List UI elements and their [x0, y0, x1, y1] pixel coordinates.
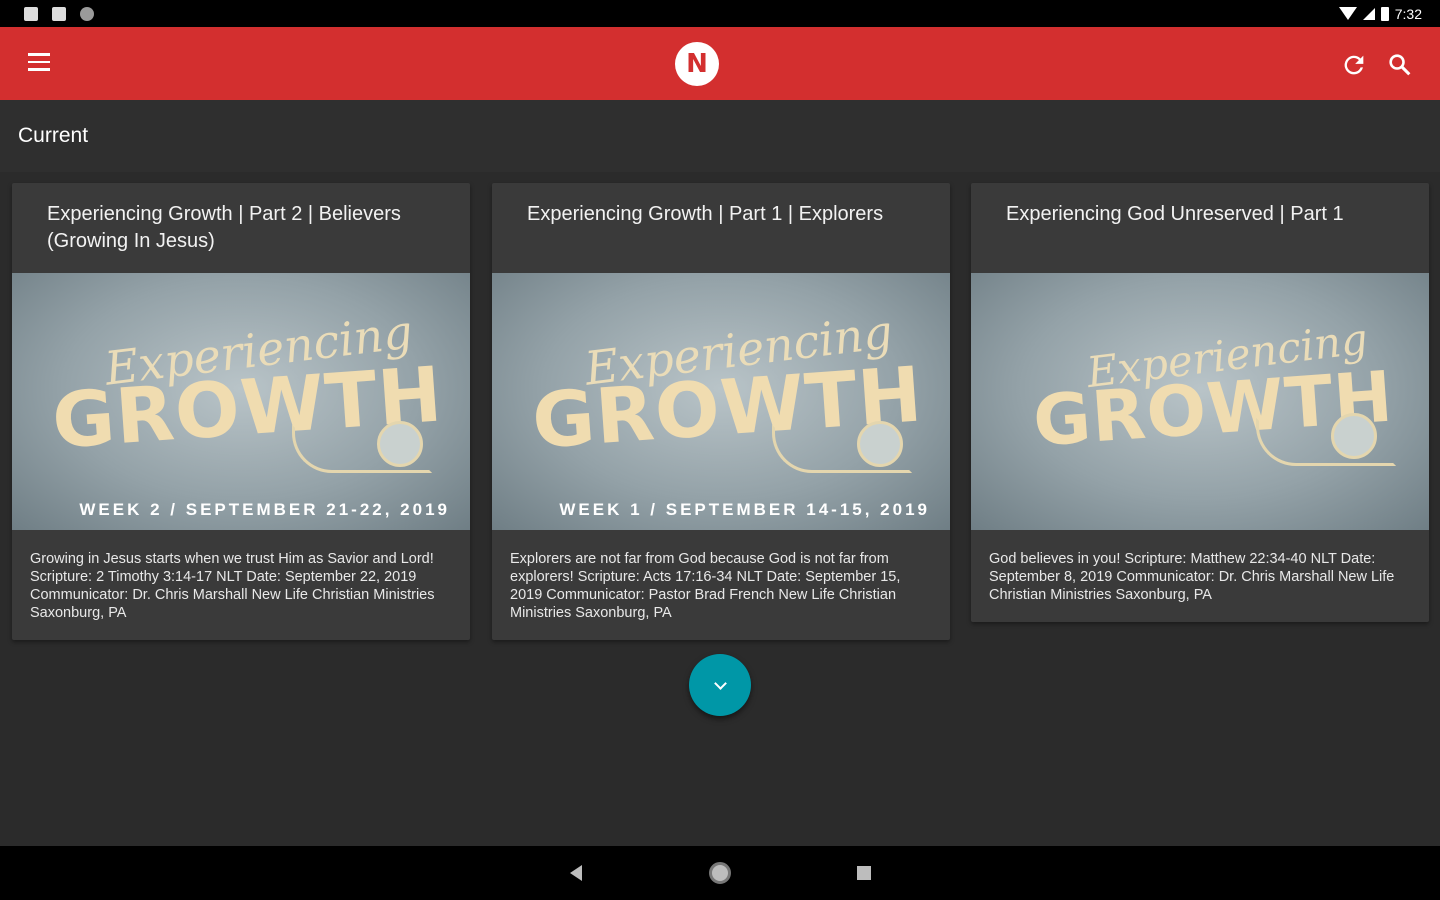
recents-icon[interactable] [857, 866, 871, 880]
sermon-card[interactable]: Experiencing Growth | Part 1 | Explorers… [492, 183, 950, 640]
card-title: Experiencing Growth | Part 2 | Believers… [47, 203, 401, 252]
system-indicators: 7:32 [1338, 5, 1422, 22]
notification-icon [24, 6, 38, 21]
artwork-week-label: WEEK 2 / SEPTEMBER 21-22, 2019 [79, 500, 450, 519]
card-title: Experiencing Growth | Part 1 | Explorers [527, 203, 884, 225]
chevron-down-icon [713, 676, 727, 690]
card-title: Experiencing God Unreserved | Part 1 [1006, 203, 1344, 225]
clock: 7:32 [1394, 5, 1422, 22]
section-title: Current [18, 124, 89, 147]
home-icon[interactable] [709, 862, 731, 884]
sermon-artwork: Experiencing GROWTH WEEK 1 / SEPTEMBER 1… [492, 273, 950, 530]
artwork-week-label: WEEK 1 / SEPTEMBER 14-15, 2019 [559, 500, 930, 519]
wifi-icon [1338, 7, 1357, 20]
back-icon[interactable] [570, 865, 582, 881]
artwork-seal-icon [1331, 413, 1377, 459]
system-nav-bar [0, 846, 1440, 900]
search-icon[interactable] [1386, 51, 1414, 79]
app-bar: N [0, 27, 1440, 100]
app-logo: N [675, 42, 719, 86]
status-bar: 7:32 [0, 0, 1440, 27]
hamburger-menu-icon[interactable] [28, 53, 54, 75]
sd-card-icon [52, 6, 66, 21]
refresh-icon[interactable] [1340, 51, 1368, 79]
sermon-artwork: Experiencing GROWTH [971, 273, 1429, 530]
battery-icon [1380, 6, 1389, 21]
section-header: Current [0, 100, 1440, 172]
artwork-seal-icon [377, 421, 423, 467]
card-description: Growing in Jesus starts when we trust Hi… [30, 551, 435, 621]
scroll-down-button[interactable] [689, 654, 751, 716]
card-description: Explorers are not far from God because G… [510, 551, 901, 621]
logo-letter: N [686, 49, 708, 79]
card-description: God believes in you! Scripture: Matthew … [989, 551, 1395, 603]
sermon-card[interactable]: Experiencing God Unreserved | Part 1 Exp… [971, 183, 1429, 622]
signal-icon [1362, 7, 1375, 20]
sermon-artwork: Experiencing GROWTH WEEK 2 / SEPTEMBER 2… [12, 273, 470, 530]
notification-icons [24, 6, 94, 21]
sync-icon [80, 6, 94, 21]
artwork-seal-icon [857, 421, 903, 467]
sermon-card[interactable]: Experiencing Growth | Part 2 | Believers… [12, 183, 470, 640]
